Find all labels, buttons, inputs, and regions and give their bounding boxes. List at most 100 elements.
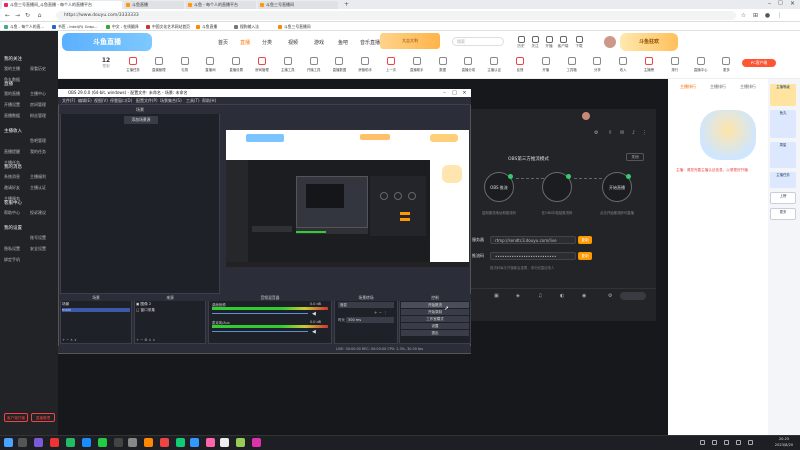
share-icon[interactable]: ⇪: [608, 130, 612, 136]
site-logo[interactable]: 斗鱼直播: [62, 33, 152, 51]
bell-icon[interactable]: ♪: [632, 130, 635, 136]
follow-icon[interactable]: 关注: [528, 36, 542, 49]
taskbar-clock[interactable]: 20:25 2023/8/20: [770, 436, 798, 448]
source-item[interactable]: ▣ 图像 2: [136, 302, 204, 307]
bookmark-item[interactable]: 中文 - 在线翻译: [106, 23, 139, 30]
tool-item[interactable]: 上一次: [380, 57, 402, 72]
toolbar-icon[interactable]: ◈: [516, 293, 520, 299]
tool-item[interactable]: 排行: [664, 57, 686, 72]
edge-icon[interactable]: [176, 438, 185, 447]
nav-video[interactable]: 视频: [288, 39, 298, 46]
tool-item[interactable]: 分享: [586, 57, 608, 72]
broadcast-icon[interactable]: 开播: [542, 36, 556, 49]
promo-banner[interactable]: 大吉大利: [380, 33, 440, 49]
browser-tab[interactable]: 斗鱼三号直播间: [258, 1, 338, 9]
ime-icon[interactable]: [748, 440, 753, 445]
nav-live[interactable]: 直播: [240, 39, 250, 46]
obs-maximize-icon[interactable]: □: [450, 89, 459, 97]
app-icon[interactable]: [50, 438, 59, 447]
sidebar-item[interactable]: 账号设置: [30, 235, 46, 241]
tool-item[interactable]: 直播设置: [225, 57, 247, 72]
browser-tab[interactable]: 斗鱼 - 每个人的直播平台: [186, 1, 256, 9]
douyu-icon[interactable]: [144, 438, 153, 447]
pc-client-button[interactable]: PC客户端: [742, 59, 776, 67]
settings-button[interactable]: 设置: [401, 323, 469, 329]
tool-item[interactable]: 主播任务: [122, 57, 144, 72]
obs-menu-item[interactable]: 文件(F): [62, 98, 75, 104]
obs-menu-item[interactable]: 视图(V): [94, 98, 108, 104]
reload-icon[interactable]: ↻: [24, 12, 31, 19]
sidebar-item[interactable]: 主播中心: [30, 91, 46, 97]
tool-item[interactable]: 直播间: [199, 57, 221, 72]
add-source-button[interactable]: 添加场景源: [124, 116, 158, 124]
profile-icon[interactable]: ●: [764, 12, 771, 19]
bookmark-item[interactable]: 斗鱼直播: [196, 23, 217, 30]
camera-icon[interactable]: ◉: [582, 293, 586, 299]
copy-key-button[interactable]: 复制: [578, 252, 592, 260]
tray-icon[interactable]: [700, 440, 705, 445]
tool-item[interactable]: 直播分成: [457, 57, 479, 72]
app-icon[interactable]: [206, 438, 215, 447]
sidebar-item[interactable]: 投诉建议: [30, 210, 46, 216]
sidebar-item[interactable]: 鱼吧管理: [30, 138, 46, 144]
sidebar-item[interactable]: 安全设置: [30, 246, 46, 252]
url-input[interactable]: https://www.douyu.com/3333333: [56, 11, 736, 20]
tool-item[interactable]: 房管助手: [354, 57, 376, 72]
obs-menu-item[interactable]: 工具(T): [186, 98, 200, 104]
toolbar-icon[interactable]: ▣: [494, 293, 499, 299]
tool-item[interactable]: 直播助手: [406, 57, 428, 72]
obs-menu-item[interactable]: 停靠窗口(D): [110, 98, 132, 104]
tool-item[interactable]: 礼物: [174, 57, 196, 72]
download-icon[interactable]: 下载: [572, 36, 586, 49]
nav-fishbar[interactable]: 鱼吧: [338, 39, 348, 46]
sidebar-item[interactable]: 绑定手机: [4, 257, 20, 263]
obs-menu-item[interactable]: 帮助(H): [202, 98, 216, 104]
tool-item[interactable]: 开播工具: [303, 57, 325, 72]
speaker-icon[interactable]: ◀: [312, 311, 316, 317]
sidebar-item[interactable]: 隐私设置: [4, 246, 20, 252]
event-badge[interactable]: 斗鱼狂欢: [620, 33, 678, 51]
app-icon[interactable]: [220, 438, 229, 447]
bookmark-item[interactable]: 书签 - Intel(R) Grap...: [52, 23, 97, 30]
tool-item[interactable]: 主播认证: [483, 57, 505, 72]
transition-controls[interactable]: + − ⋮: [374, 310, 387, 315]
menu-icon[interactable]: ⋮: [776, 12, 783, 19]
chrome-icon[interactable]: [190, 438, 199, 447]
sidebar-item[interactable]: 我的直播: [4, 91, 20, 97]
rail-card[interactable]: 主播任务: [770, 172, 796, 188]
maximize-icon[interactable]: □: [778, 0, 783, 6]
tool-item[interactable]: 主播工具: [277, 57, 299, 72]
browser-tab[interactable]: 斗鱼直播: [124, 1, 184, 9]
start-recording-button[interactable]: 开始录制: [401, 309, 469, 315]
new-tab-icon[interactable]: +: [344, 1, 349, 8]
ranking-tab[interactable]: 主播排行: [710, 84, 726, 90]
app-icon[interactable]: [236, 438, 245, 447]
rail-card[interactable]: 更多: [770, 208, 796, 220]
sidebar-item[interactable]: 帮助中心: [4, 210, 20, 216]
tool-item[interactable]: 更多: [715, 57, 737, 72]
tool-item[interactable]: 工具箱: [561, 57, 583, 72]
avatar[interactable]: [604, 36, 616, 48]
source-controls[interactable]: + − ⚙ ∧ ∨: [136, 338, 155, 342]
volume-slider[interactable]: [212, 331, 308, 332]
client-broadcast-button[interactable]: 客户端开播: [4, 413, 28, 422]
obs-taskbar-icon[interactable]: [128, 438, 137, 447]
tool-item[interactable]: 直播数据: [328, 57, 350, 72]
duration-input[interactable]: 300 ms: [346, 317, 394, 323]
sidebar-item[interactable]: 系统消息: [4, 174, 20, 180]
app-icon[interactable]: [252, 438, 261, 447]
stream-key-field[interactable]: ••••••••••••••••••••••••••: [490, 252, 576, 260]
minimize-icon[interactable]: –: [768, 0, 771, 7]
close-panel-button[interactable]: 关闭: [626, 153, 644, 161]
app-icon[interactable]: [34, 438, 43, 447]
sidebar-item[interactable]: 开播设置: [4, 102, 20, 108]
extensions-icon[interactable]: ⊞: [752, 12, 759, 19]
search-icon[interactable]: [18, 438, 27, 447]
obs-minimize-icon[interactable]: –: [440, 89, 449, 97]
mic-icon[interactable]: ♫: [538, 293, 542, 299]
back-icon[interactable]: ←: [4, 12, 11, 19]
copy-server-button[interactable]: 复制: [578, 236, 592, 244]
sidebar-item[interactable]: 主播福利: [30, 174, 46, 180]
client-icon[interactable]: 客户端: [556, 36, 570, 49]
bookmark-star-icon[interactable]: ☆: [740, 12, 747, 19]
